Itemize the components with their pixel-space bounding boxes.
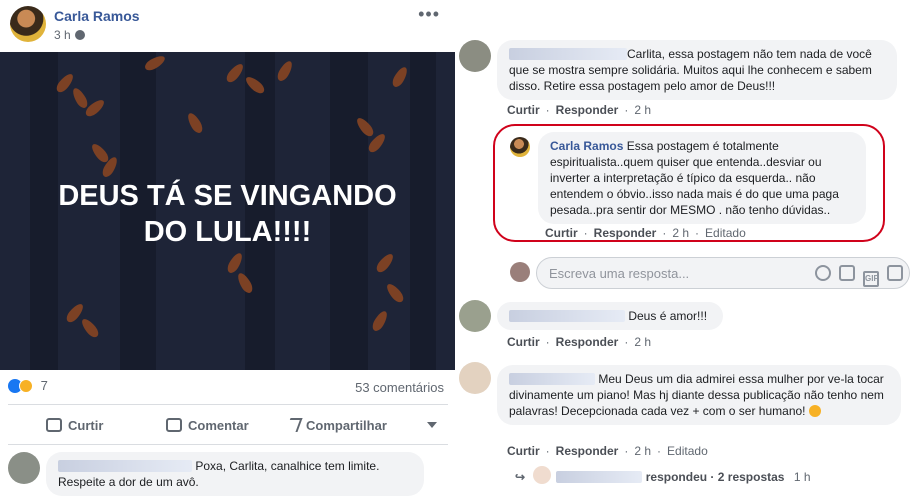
post-time[interactable]: 3 h bbox=[54, 28, 85, 42]
reply-placeholder: Escreva uma resposta... bbox=[549, 266, 690, 281]
post-stats: 7 53 comentários bbox=[8, 378, 448, 400]
comment-actions: Curtir · Responder · 2 h · Editado bbox=[507, 444, 708, 458]
redacted-name bbox=[58, 460, 192, 472]
highlight-outline bbox=[493, 124, 885, 242]
leaf-shape bbox=[224, 61, 246, 85]
leaf-shape bbox=[374, 251, 396, 275]
leaf-shape bbox=[70, 85, 90, 111]
comment-bubble: Deus é amor!!! bbox=[497, 302, 723, 330]
post-actions: Curtir Comentar Compartilhar bbox=[0, 410, 455, 442]
redacted-name bbox=[556, 471, 643, 483]
share-button[interactable]: Compartilhar bbox=[285, 418, 387, 433]
leaf-shape bbox=[390, 64, 410, 90]
reactions-count[interactable]: 7 bbox=[41, 378, 48, 393]
comments-count[interactable]: 53 comentários bbox=[355, 380, 444, 395]
post-author[interactable]: Carla Ramos bbox=[54, 8, 140, 24]
emoji-icon[interactable] bbox=[815, 265, 831, 281]
author-avatar[interactable] bbox=[10, 6, 46, 42]
commenter-avatar[interactable] bbox=[8, 452, 40, 484]
leaf-shape bbox=[275, 58, 295, 84]
globe-icon bbox=[74, 30, 85, 40]
leaf-shape bbox=[79, 316, 101, 340]
comment-bubble: Carlita, essa postagem não tem nada de v… bbox=[497, 40, 897, 100]
leaf-shape bbox=[370, 308, 390, 334]
comment-text: Poxa, Carlita, canalhice tem limite. bbox=[195, 459, 380, 473]
like-link[interactable]: Curtir bbox=[507, 444, 540, 458]
leaf-shape bbox=[384, 281, 406, 305]
camera-icon[interactable] bbox=[839, 265, 855, 281]
commenter-avatar[interactable] bbox=[459, 362, 491, 394]
commenter-avatar[interactable] bbox=[459, 300, 491, 332]
more-options-icon[interactable]: ••• bbox=[418, 4, 440, 25]
reply-link[interactable]: Responder bbox=[556, 335, 619, 349]
reply-link[interactable]: Responder bbox=[556, 444, 619, 458]
reply-link[interactable]: Responder bbox=[556, 103, 619, 117]
like-button[interactable]: Curtir bbox=[46, 418, 103, 433]
divider bbox=[8, 404, 448, 405]
leaf-shape bbox=[225, 250, 245, 276]
sad-reaction-icon bbox=[19, 379, 33, 393]
gif-icon[interactable]: GIF bbox=[863, 271, 879, 287]
commenter-avatar[interactable] bbox=[459, 40, 491, 72]
comment-button[interactable]: Comentar bbox=[166, 418, 249, 433]
like-link[interactable]: Curtir bbox=[507, 103, 540, 117]
comment-time[interactable]: 2 h bbox=[634, 444, 651, 458]
comment-icon bbox=[166, 418, 182, 432]
comment-text: Deus é amor!!! bbox=[628, 309, 708, 323]
crying-emoji-icon bbox=[808, 405, 821, 417]
view-replies-link[interactable]: ↪ respondeu · 2 respostas 1 h bbox=[515, 470, 811, 484]
divider bbox=[8, 444, 448, 445]
viewer-avatar bbox=[510, 262, 530, 282]
thumbs-up-icon bbox=[46, 418, 62, 432]
comment-text: Respeite a dor de um avô. bbox=[58, 475, 199, 489]
comment-item: Poxa, Carlita, canalhice tem limite. Res… bbox=[8, 452, 448, 500]
image-headline: DEUS TÁ SE VINGANDO DO LULA!!!! bbox=[58, 180, 397, 248]
leaf-shape bbox=[185, 110, 205, 136]
comment-time[interactable]: 2 h bbox=[634, 335, 651, 349]
comment-actions: Curtir · Responder · 2 h bbox=[507, 335, 652, 349]
comment-actions: Curtir · Responder · 2 h bbox=[507, 103, 652, 117]
chevron-down-icon[interactable] bbox=[427, 422, 437, 428]
comment-bubble: Meu Deus um dia admirei essa mulher por … bbox=[497, 365, 901, 425]
share-icon bbox=[285, 418, 303, 432]
sticker-icon[interactable] bbox=[887, 265, 903, 281]
reply-arrow-icon: ↪ bbox=[515, 470, 526, 484]
reply-input[interactable]: Escreva uma resposta... GIF bbox=[536, 257, 910, 289]
post-panel: Carla Ramos 3 h ••• DEUS TÁ SE VINGANDO … bbox=[0, 0, 455, 500]
edited-label[interactable]: Editado bbox=[667, 444, 708, 458]
reply-icons: GIF bbox=[807, 265, 903, 287]
redacted-name bbox=[509, 48, 627, 60]
post-header: Carla Ramos 3 h ••• bbox=[8, 4, 448, 44]
comments-panel: Carlita, essa postagem não tem nada de v… bbox=[455, 0, 910, 500]
comment-time[interactable]: 2 h bbox=[634, 103, 651, 117]
like-link[interactable]: Curtir bbox=[507, 335, 540, 349]
post-image[interactable]: DEUS TÁ SE VINGANDO DO LULA!!!! bbox=[0, 52, 455, 370]
redacted-name bbox=[509, 373, 595, 385]
comment-bubble: Poxa, Carlita, canalhice tem limite. Res… bbox=[46, 452, 424, 496]
redacted-name bbox=[509, 310, 625, 322]
